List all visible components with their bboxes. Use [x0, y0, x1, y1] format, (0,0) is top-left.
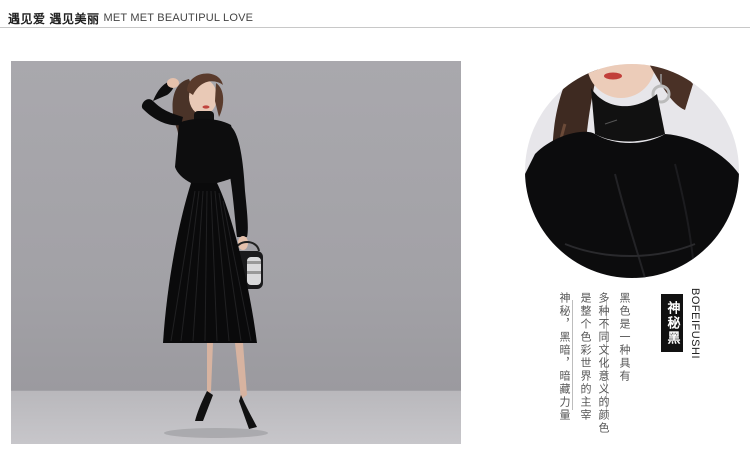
description-column-4: 神秘，黑暗，暗藏力量	[558, 292, 571, 422]
header-divider	[0, 27, 750, 28]
description-column-3: 是整个色彩世界的主宰	[579, 292, 592, 422]
color-name-text: 神秘黑	[664, 300, 680, 346]
color-name-badge: 神秘黑	[661, 294, 683, 352]
description-column-2: 多种不同文化意义的颜色	[597, 292, 610, 435]
detail-photo	[525, 64, 739, 278]
section-header: 遇见爱 遇见美丽 MET MET BEAUTIPUL LOVE	[8, 8, 253, 28]
header-title-cn-2: 遇见美丽	[49, 11, 100, 26]
header-title-cn-1: 遇见爱	[8, 11, 46, 26]
model-illustration	[141, 73, 268, 438]
header-title-en: MET MET BEAUTIPUL LOVE	[103, 12, 254, 24]
description-column-1: 黑色是一种具有	[618, 292, 631, 383]
detail-illustration	[525, 64, 739, 278]
model-photo	[11, 61, 461, 444]
divider-line-1	[572, 300, 573, 410]
brand-name: BOFEIFUSHI	[689, 288, 701, 360]
